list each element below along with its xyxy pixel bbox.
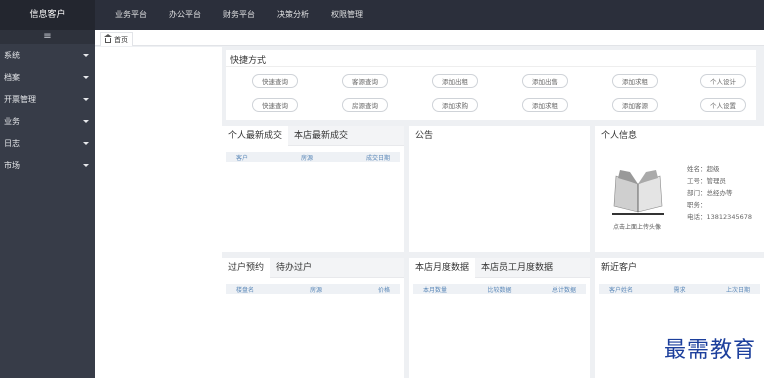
quick-links-title: 快捷方式 [230,56,267,66]
latest-clients-title: 新近客户 [601,263,638,273]
table-header: 客户 房源 成交日期 [226,152,400,162]
monthly-data-card: 本店月度数据 本店员工月度数据 本月数量 比较数据 总计数据 [409,257,590,378]
sidebar-item-label: 档案 [4,72,20,82]
sidebar-item-label: 业务 [4,116,20,126]
column-header: 总计数据 [551,286,576,294]
quick-link-button[interactable]: 快速查询 [252,74,298,88]
quick-link-button[interactable]: 添加求购 [432,98,478,112]
profile-name: 姓名：超级 [687,165,720,173]
quick-link-button[interactable]: 客源查询 [342,74,388,88]
sidebar-toggle-button[interactable]: ≡ [0,30,95,44]
table-header: 客户姓名 需求 上次日期 [599,284,760,294]
profile-fields: 姓名：超级 工号：管理员 部门：总经办等 职务： 电话：13812345678 [687,163,752,223]
notice-card: 公告 [409,126,590,252]
notice-title: 公告 [415,131,434,141]
column-header: 客户 [236,154,249,162]
caret-down-icon [83,75,89,79]
top-bar: 信息客户 业务平台 办公平台 财务平台 决策分析 权限管理 [0,0,764,30]
tab-transfer-appointments[interactable]: 过户预约 [222,257,271,278]
sidebar-item-label: 开票管理 [4,94,36,104]
deals-card: 个人最新成交 本店最新成交 客户 房源 成交日期 [222,125,404,252]
profile-card: 个人信息 点击上面上传头像 姓名：超级 工号：管理员 部门：总经办等 职务： 电… [595,126,764,252]
topnav-item-office[interactable]: 办公平台 [169,0,201,30]
column-header: 房源 [300,154,313,162]
topnav-item-finance[interactable]: 财务平台 [223,0,255,30]
sidebar-item-log[interactable]: 日志 [0,132,95,154]
sidebar-item-label: 日志 [4,138,20,148]
divider [226,66,756,67]
column-header: 比较数据 [487,286,512,294]
sidebar-item-business[interactable]: 业务 [0,110,95,132]
tab-bar: 首页 [95,30,764,46]
watermark: 最需教育 [663,338,756,363]
column-header: 楼盘名 [236,286,255,294]
caret-down-icon [83,163,89,167]
card-header: 本店月度数据 本店员工月度数据 [409,257,590,278]
column-header: 需求 [673,286,686,294]
app-logo: 信息客户 [0,0,95,30]
quick-link-button[interactable]: 个人设置 [700,98,746,112]
card-header: 个人最新成交 本店最新成交 [222,125,404,146]
caret-down-icon [83,141,89,145]
column-header: 成交日期 [365,154,390,162]
card-header: 公告 [409,126,590,146]
table-header: 楼盘名 房源 价格 [226,284,400,294]
quick-link-button[interactable]: 添加出售 [522,74,568,88]
caret-down-icon [83,119,89,123]
tab-pending-transfers[interactable]: 待办过户 [270,258,318,278]
tab-home[interactable]: 首页 [100,32,133,46]
caret-down-icon [83,97,89,101]
sidebar-item-system[interactable]: 系统 [0,44,95,66]
profile-title: 个人信息 [601,131,638,141]
profile-phone: 电话：13812345678 [687,213,752,221]
avatar-caption: 点击上面上传头像 [613,224,662,231]
column-header: 价格 [377,286,390,294]
column-header: 上次日期 [725,286,750,294]
quick-link-button[interactable]: 添加求租 [522,98,568,112]
card-header: 个人信息 [595,126,764,146]
topnav-item-analysis[interactable]: 决策分析 [277,0,309,30]
avatar[interactable] [610,166,666,220]
tab-label: 首页 [114,35,128,44]
profile-position: 职务： [687,201,707,209]
topnav-item-business[interactable]: 业务平台 [115,0,147,30]
quick-link-button[interactable]: 添加求租 [612,74,658,88]
home-icon [104,34,112,43]
card-header: 新近客户 [595,258,764,278]
quick-link-button[interactable]: 房源查询 [342,98,388,112]
left-panel [95,47,222,378]
transfer-card: 过户预约 待办过户 楼盘名 房源 价格 [222,257,404,378]
top-nav: 业务平台 办公平台 财务平台 决策分析 权限管理 [115,0,363,30]
column-header: 房源 [309,286,322,294]
card-header: 过户预约 待办过户 [222,257,404,278]
sidebar-item-invoice[interactable]: 开票管理 [0,88,95,110]
table-header: 本月数量 比较数据 总计数据 [413,284,586,294]
caret-down-icon [83,53,89,57]
tab-staff-monthly[interactable]: 本店员工月度数据 [475,258,559,278]
tab-personal-deals[interactable]: 个人最新成交 [222,125,289,146]
tab-store-monthly[interactable]: 本店月度数据 [409,257,476,278]
sidebar-item-market[interactable]: 市场 [0,154,95,176]
sidebar-item-label: 市场 [4,160,20,170]
sidebar-item-label: 系统 [4,50,20,60]
topnav-item-permissions[interactable]: 权限管理 [331,0,363,30]
quick-link-button[interactable]: 添加出租 [432,74,478,88]
quick-link-button[interactable]: 快速查询 [252,98,298,112]
column-header: 本月数量 [423,286,448,294]
profile-department: 部门：总经办等 [687,189,733,197]
sidebar: ≡ 系统 档案 开票管理 业务 日志 市场 [0,30,95,378]
column-header: 客户姓名 [609,286,634,294]
quick-links-panel: 快捷方式 快速查询 客源查询 添加出租 添加出售 添加求租 个人设计 快速查询 … [226,50,756,120]
tab-store-deals[interactable]: 本店最新成交 [288,126,354,146]
sidebar-item-archive[interactable]: 档案 [0,66,95,88]
quick-link-button[interactable]: 个人设计 [700,74,746,88]
quick-link-button[interactable]: 添加客源 [612,98,658,112]
profile-id: 工号：管理员 [687,177,726,185]
